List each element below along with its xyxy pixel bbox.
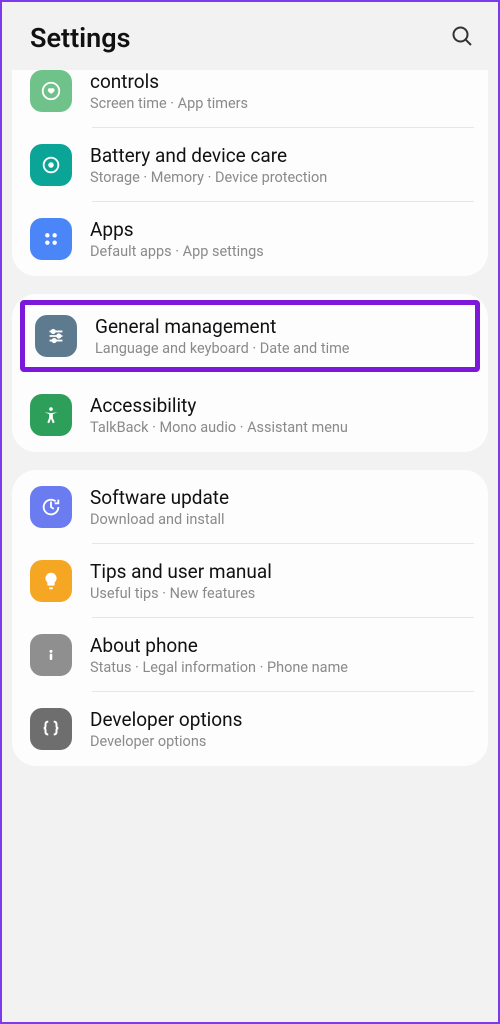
- item-subtitle: Useful tips · New features: [90, 585, 470, 602]
- accessibility-icon: [30, 394, 72, 436]
- settings-item-apps[interactable]: Apps Default apps · App settings: [12, 202, 488, 276]
- settings-item-tips[interactable]: Tips and user manual Useful tips · New f…: [12, 544, 488, 618]
- item-title: Apps: [90, 218, 470, 241]
- item-text: Apps Default apps · App settings: [90, 218, 470, 260]
- settings-group: Software update Download and install Tip…: [12, 470, 488, 766]
- heart-icon: [30, 70, 72, 112]
- item-title: General management: [95, 315, 465, 338]
- settings-item-developer-options[interactable]: Developer options Developer options: [12, 692, 488, 766]
- item-subtitle: Language and keyboard · Date and time: [95, 340, 465, 357]
- item-subtitle: Developer options: [90, 733, 470, 750]
- settings-item-accessibility[interactable]: Accessibility TalkBack · Mono audio · As…: [12, 378, 488, 452]
- item-title: Tips and user manual: [90, 560, 470, 583]
- item-title: Software update: [90, 486, 470, 509]
- item-text: About phone Status · Legal information ·…: [90, 634, 470, 676]
- item-title: About phone: [90, 634, 470, 657]
- settings-item-battery[interactable]: Battery and device care Storage · Memory…: [12, 128, 488, 202]
- sliders-icon: [35, 315, 77, 357]
- item-title: controls: [90, 70, 470, 93]
- settings-header: Settings: [2, 2, 498, 70]
- item-text: Tips and user manual Useful tips · New f…: [90, 560, 470, 602]
- item-text: Battery and device care Storage · Memory…: [90, 144, 470, 186]
- braces-icon: [30, 708, 72, 750]
- settings-group: controls Screen time · App timers Batter…: [12, 70, 488, 276]
- settings-item-general-management[interactable]: General management Language and keyboard…: [20, 300, 480, 372]
- item-title: Battery and device care: [90, 144, 470, 167]
- lightbulb-icon: [30, 560, 72, 602]
- search-icon[interactable]: [450, 24, 474, 52]
- page-title: Settings: [30, 22, 131, 54]
- item-subtitle: Download and install: [90, 511, 470, 528]
- care-icon: [30, 144, 72, 186]
- info-icon: [30, 634, 72, 676]
- settings-item-controls[interactable]: controls Screen time · App timers: [12, 70, 488, 128]
- item-subtitle: Status · Legal information · Phone name: [90, 659, 470, 676]
- item-subtitle: Default apps · App settings: [90, 243, 470, 260]
- item-text: Software update Download and install: [90, 486, 470, 528]
- item-text: Accessibility TalkBack · Mono audio · As…: [90, 394, 470, 436]
- item-subtitle: Storage · Memory · Device protection: [90, 169, 470, 186]
- update-icon: [30, 486, 72, 528]
- item-text: General management Language and keyboard…: [95, 315, 465, 357]
- settings-item-software-update[interactable]: Software update Download and install: [12, 470, 488, 544]
- item-subtitle: TalkBack · Mono audio · Assistant menu: [90, 419, 470, 436]
- item-title: Accessibility: [90, 394, 470, 417]
- apps-icon: [30, 218, 72, 260]
- item-text: Developer options Developer options: [90, 708, 470, 750]
- item-title: Developer options: [90, 708, 470, 731]
- item-text: controls Screen time · App timers: [90, 70, 470, 112]
- settings-item-about-phone[interactable]: About phone Status · Legal information ·…: [12, 618, 488, 692]
- settings-group: General management Language and keyboard…: [12, 294, 488, 452]
- item-subtitle: Screen time · App timers: [90, 95, 470, 112]
